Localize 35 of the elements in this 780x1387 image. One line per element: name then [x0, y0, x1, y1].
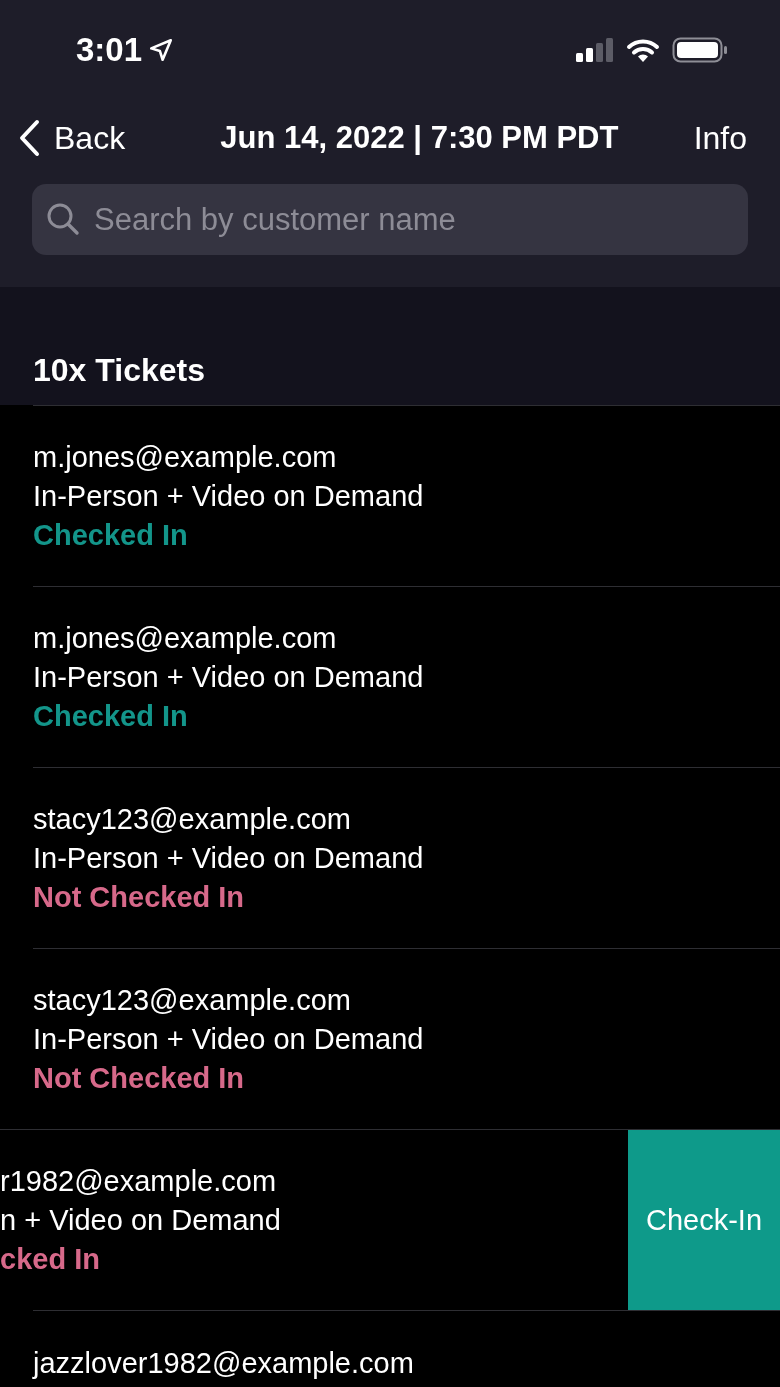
ticket-type: n + Video on Demand: [0, 1203, 282, 1237]
check-in-button[interactable]: Check-In: [628, 1130, 780, 1310]
event-date-title: Jun 14, 2022 | 7:30 PM PDT: [219, 120, 620, 156]
info-button[interactable]: Info: [693, 119, 747, 157]
check-in-status: cked In: [0, 1242, 101, 1276]
chevron-left-icon: [18, 119, 40, 157]
ticket-type: In-Person + Video on Demand: [33, 1022, 425, 1056]
check-in-status: Not Checked In: [33, 880, 246, 914]
location-arrow-icon: [148, 37, 175, 63]
ticket-row[interactable]: r1982@example.com n + Video on Demand cked In Check-In: [0, 1129, 780, 1310]
ticket-row[interactable]: m.jones@example.com In-Person + Video on Demand Checked In: [33, 405, 780, 586]
section-title: 10x Tickets: [33, 352, 205, 389]
customer-email: m.jones@example.com: [33, 440, 338, 474]
clock-time: 3:01: [76, 31, 143, 69]
search-icon: [46, 202, 80, 236]
customer-email: jazzlover1982@example.com: [33, 1347, 415, 1380]
customer-email: stacy123@example.com: [33, 802, 352, 836]
battery-icon: [672, 37, 728, 63]
ticket-row[interactable]: m.jones@example.com In-Person + Video on Demand Checked In: [33, 586, 780, 767]
ticket-type: In-Person + Video on Demand: [33, 479, 425, 513]
ticket-row[interactable]: jazzlover1982@example.com: [33, 1310, 780, 1387]
ticket-row[interactable]: stacy123@example.com In-Person + Video on Demand Not Checked In: [33, 767, 780, 948]
signal-icon: [576, 38, 614, 62]
check-in-status: Checked In: [33, 699, 189, 733]
ticket-type: In-Person + Video on Demand: [33, 660, 425, 694]
customer-email: r1982@example.com: [0, 1164, 278, 1198]
check-in-status: Checked In: [33, 518, 189, 552]
ticket-row[interactable]: stacy123@example.com In-Person + Video on Demand Not Checked In: [33, 948, 780, 1129]
customer-email: m.jones@example.com: [33, 621, 338, 655]
ticket-type: In-Person + Video on Demand: [33, 841, 425, 875]
back-button[interactable]: Back: [18, 119, 126, 157]
customer-email: stacy123@example.com: [33, 983, 352, 1017]
wifi-icon: [626, 37, 660, 63]
check-in-status: Not Checked In: [33, 1061, 246, 1095]
search-field[interactable]: Search by customer name: [32, 184, 748, 255]
